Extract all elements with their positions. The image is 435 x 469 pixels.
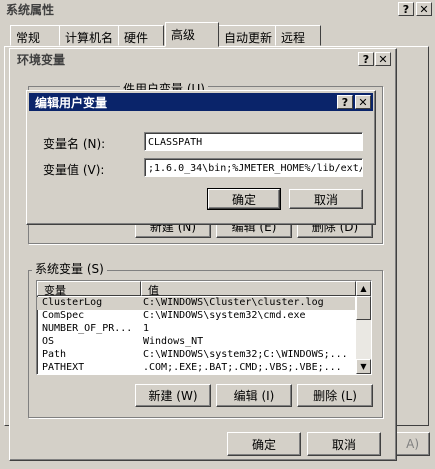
system-properties-title: 系统属性 <box>6 3 55 17</box>
scroll-down-icon[interactable]: ▼ <box>356 359 371 374</box>
list-item[interactable]: ComSpec C:\WINDOWS\system32\cmd.exe <box>37 310 355 323</box>
env-ok-button[interactable]: 确定 <box>227 432 301 456</box>
variable-name-field[interactable]: CLASSPATH <box>144 132 363 151</box>
environment-variables-titlebar: 环境变量 <box>11 50 395 68</box>
tab-hardware[interactable]: 硬件 <box>118 25 164 46</box>
help-button[interactable]: ? <box>398 2 414 16</box>
list-item[interactable]: PATHEXT .COM;.EXE;.BAT;.CMD;.VBS;.VBE;... <box>37 362 355 374</box>
edit-ok-button[interactable]: 确定 <box>207 188 281 210</box>
env-close-button[interactable]: ✕ <box>375 52 391 66</box>
variable-value-field[interactable]: ;1.6.0_34\bin;%JMETER_HOME%/lib/ext/ <box>144 158 363 177</box>
variable-value-label: 变量值 (V): <box>43 163 105 177</box>
edit-cancel-button[interactable]: 取消 <box>289 189 363 209</box>
scroll-up-icon[interactable]: ▲ <box>356 281 371 296</box>
list-item[interactable]: NUMBER_OF_PR... 1 <box>37 323 355 336</box>
column-header-variable[interactable]: 变量 <box>37 281 141 297</box>
tab-computer-name[interactable]: 计算机名 <box>59 25 119 46</box>
close-button[interactable]: ✕ <box>416 2 432 16</box>
scroll-thumb[interactable] <box>356 296 371 320</box>
vertical-scrollbar[interactable]: ▲ ▼ <box>356 281 371 374</box>
system-variables-group-label: 系统变量 (S) <box>32 260 107 277</box>
variable-name-label: 变量名 (N): <box>43 137 106 151</box>
list-item[interactable]: OS Windows_NT <box>37 336 355 349</box>
env-cancel-button[interactable]: 取消 <box>307 432 381 456</box>
environment-variables-title: 环境变量 <box>17 52 66 67</box>
tab-advanced[interactable]: 高级 <box>165 22 219 47</box>
system-variables-rows: ClusterLog C:\WINDOWS\Cluster\cluster.log… <box>37 297 355 374</box>
system-new-button[interactable]: 新建 (W) <box>135 384 211 407</box>
edit-user-variable-titlebar: 编辑用户变量 <box>29 93 373 111</box>
system-edit-button[interactable]: 编辑 (I) <box>216 384 292 407</box>
edit-close-button[interactable]: ✕ <box>355 95 371 109</box>
list-item[interactable]: ClusterLog C:\WINDOWS\Cluster\cluster.log <box>37 297 355 310</box>
system-variables-list[interactable]: 变量 值 ClusterLog C:\WINDOWS\Cluster\cluste… <box>36 280 372 375</box>
tab-general[interactable]: 常规 <box>10 25 60 46</box>
edit-help-button[interactable]: ? <box>337 95 353 109</box>
column-header-value[interactable]: 值 <box>141 281 356 297</box>
system-delete-button[interactable]: 删除 (L) <box>297 384 373 407</box>
list-item[interactable]: Path C:\WINDOWS\system32;C:\WINDOWS;... <box>37 349 355 362</box>
system-properties-titlebar: 系统属性 <box>0 0 435 19</box>
env-help-button[interactable]: ? <box>358 52 374 66</box>
edit-user-variable-title: 编辑用户变量 <box>35 95 108 110</box>
tab-remote[interactable]: 远程 <box>275 25 321 46</box>
tab-auto-update[interactable]: 自动更新 <box>218 25 276 46</box>
